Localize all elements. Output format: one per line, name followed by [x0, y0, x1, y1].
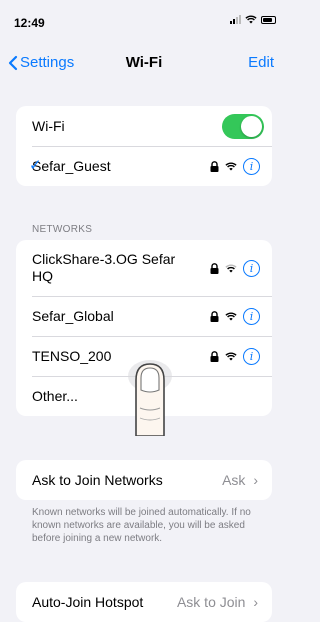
status-bar: 12:49	[0, 0, 288, 40]
ask-to-join-value: Ask ›	[222, 472, 258, 488]
cellular-signal-icon	[230, 15, 241, 24]
chevron-right-icon: ›	[253, 594, 258, 610]
network-status-icons: i	[210, 259, 260, 277]
wifi-icon	[225, 161, 237, 170]
info-icon[interactable]: i	[243, 157, 260, 175]
wifi-toggle[interactable]	[222, 114, 264, 139]
wifi-status-icon	[245, 15, 257, 24]
info-icon[interactable]: i	[243, 259, 260, 277]
auto-join-group: Auto-Join Hotspot Ask to Join ›	[16, 582, 272, 622]
network-row[interactable]: Sefar_Global i	[16, 296, 272, 336]
wifi-toggle-row: Wi-Fi	[16, 106, 272, 146]
back-button[interactable]: Settings	[8, 54, 74, 71]
network-status-icons: i	[210, 307, 260, 325]
info-icon[interactable]: i	[243, 307, 260, 325]
network-status-icons: i	[210, 347, 260, 365]
auto-join-value: Ask to Join ›	[177, 594, 258, 610]
wifi-group: Wi-Fi ✓ Sefar_Guest i	[16, 106, 272, 186]
networks-section-label: NETWORKS	[32, 224, 93, 235]
status-time: 12:49	[14, 16, 45, 30]
chevron-right-icon: ›	[253, 472, 258, 488]
wifi-icon	[225, 263, 237, 272]
network-status-icons: i	[210, 157, 260, 175]
ask-to-join-value-text: Ask	[222, 472, 246, 488]
lock-icon	[210, 262, 219, 274]
info-icon[interactable]: i	[243, 347, 260, 365]
back-label: Settings	[20, 54, 75, 71]
chevron-left-icon	[8, 55, 18, 70]
lock-icon	[210, 310, 219, 322]
navigation-bar: Settings Wi-Fi Edit	[0, 48, 288, 78]
lock-icon	[210, 350, 219, 362]
wifi-icon	[225, 351, 237, 360]
finger-tap-icon	[128, 360, 172, 436]
auto-join-row[interactable]: Auto-Join Hotspot Ask to Join ›	[16, 582, 272, 622]
connected-network-row[interactable]: ✓ Sefar_Guest i	[16, 146, 272, 186]
auto-join-value-text: Ask to Join	[176, 594, 246, 610]
checkmark-icon: ✓	[29, 157, 42, 174]
status-icons	[230, 15, 276, 24]
ask-to-join-footnote: Known networks will be joined automatica…	[32, 507, 251, 544]
battery-icon	[261, 15, 276, 24]
ask-to-join-group: Ask to Join Networks Ask ›	[16, 460, 272, 500]
lock-icon	[210, 160, 219, 172]
network-row[interactable]: ClickShare-3.OG Sefar HQ i	[16, 240, 272, 296]
edit-button[interactable]: Edit	[248, 54, 274, 71]
wifi-icon	[225, 311, 237, 320]
ask-to-join-row[interactable]: Ask to Join Networks Ask ›	[16, 460, 272, 500]
